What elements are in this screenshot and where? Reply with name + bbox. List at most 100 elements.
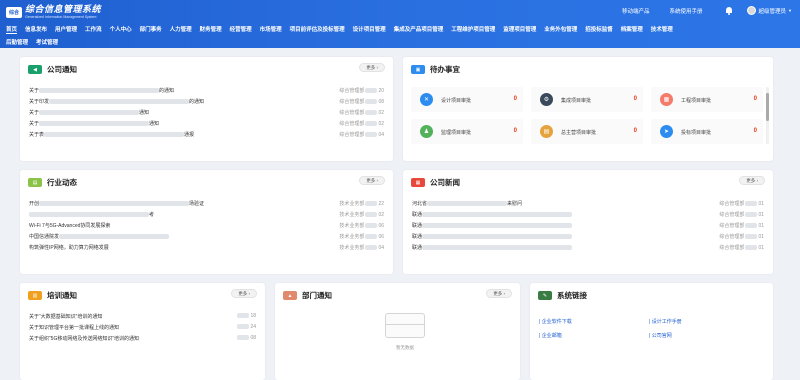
nav-item[interactable]: 业务外包管理 [544, 25, 577, 34]
item-department: 综合管理部 [339, 99, 365, 105]
list-item[interactable]: 河北省 来慰问 综合管理部 01 [412, 198, 764, 209]
redacted-date [745, 234, 758, 240]
item-date: 06 [378, 234, 384, 240]
company-news-more-button[interactable]: 更多 › [739, 176, 765, 185]
list-item[interactable]: 关于组织“5G移动网络及传送网络知识”培训的通知 08 [29, 333, 256, 344]
redacted-date [365, 201, 378, 207]
todo-card[interactable]: ⚙ 集成项目审批 0 [531, 87, 643, 112]
list-item[interactable]: 联通 综合管理部 01 [412, 231, 764, 242]
nav-item[interactable]: 财务管理 [200, 25, 222, 34]
nav-item[interactable]: 考试管理 [36, 38, 58, 46]
item-department: 综合管理部 [719, 201, 745, 207]
nav-item[interactable]: 工程维护项目管理 [451, 25, 495, 34]
enterprise-mail-link[interactable]: 企业邮箱 [539, 332, 562, 339]
company-news-title: 公司新闻 [430, 178, 460, 187]
todo-label: 监理项目审批 [441, 130, 472, 136]
todo-label: 总主营项目审批 [561, 130, 597, 136]
nav-item[interactable]: 招投标监督 [585, 25, 613, 34]
nav-item[interactable]: 首页 [6, 25, 18, 34]
logo[interactable]: 综合 综合信息管理系统 Generalized Information Mana… [6, 5, 101, 20]
todo-card[interactable]: ▦ 工程项目审批 0 [651, 87, 763, 112]
industry-more-button[interactable]: 更多 › [359, 176, 385, 185]
item-date: 02 [378, 110, 384, 116]
list-item[interactable]: 联通 综合管理部 01 [412, 242, 764, 253]
list-item[interactable]: 关于印发 的通知 综合管理部 08 [29, 96, 384, 107]
list-item[interactable]: 关于 通知 综合管理部 02 [29, 118, 384, 129]
company-notice-more-button[interactable]: 更多 › [359, 63, 385, 72]
item-title-prefix: 关于印发 [29, 99, 50, 105]
user-name[interactable]: 超级管理员 [759, 7, 787, 15]
chevron-down-icon[interactable]: ▼ [788, 8, 792, 13]
nav-item[interactable]: 监理项目管理 [503, 25, 536, 34]
list-item[interactable]: 关于知识管理平台第一批课程上线的通知 24 [29, 322, 256, 333]
item-department: 综合管理部 [339, 121, 365, 127]
list-item[interactable]: 关于 通知 综合管理部 02 [29, 107, 384, 118]
list-item[interactable]: 关于表 通报 综合管理部 04 [29, 129, 384, 140]
nav-item[interactable]: 设计项目管理 [353, 25, 386, 34]
list-item[interactable]: 构筑弹性IP网络，助力算力网络发展 技术业务部 04 [29, 242, 384, 253]
training-list: 关于“大数据基础知识”培训的通知 18 关于知识管理平台第一批课程上线的通知 24 关于… [29, 311, 256, 344]
list-item[interactable]: 联通 综合管理部 01 [412, 220, 764, 231]
todo-card[interactable]: ♟ 监理项目审批 0 [411, 119, 523, 144]
list-item[interactable]: 开创 场验证 技术业务部 22 [29, 198, 384, 209]
todo-scrollbar[interactable] [766, 87, 769, 144]
list-item[interactable]: Wi-Fi 7与5G-Advanced协同发展探索 技术业务部 06 [29, 220, 384, 231]
training-more-button[interactable]: 更多 › [231, 289, 257, 298]
list-item[interactable]: 关于 的通知 综合管理部 20 [29, 85, 384, 96]
todo-card[interactable]: ➤ 投标项目审批 0 [651, 119, 763, 144]
redacted-text [39, 201, 190, 207]
nav-item[interactable]: 集成及产品项目管理 [394, 25, 444, 34]
scrollbar-thumb[interactable] [766, 93, 769, 121]
item-title-suffix: 通知 [149, 121, 160, 127]
list-item[interactable]: 考 技术业务部 02 [29, 209, 384, 220]
todo-label: 设计项目审批 [441, 98, 472, 104]
nav-item[interactable]: 工作流 [85, 25, 102, 34]
company-notice-list: 关于 的通知 综合管理部 20 关于印发 的通知 综合管理部 08 关于 通知 综合管理部 02 关于通… [29, 85, 384, 140]
item-title-suffix: 来慰问 [507, 201, 523, 207]
redacted-date [365, 223, 378, 229]
redacted-text [427, 201, 508, 207]
item-date: 01 [758, 223, 764, 229]
company-site-link[interactable]: 公司官网 [649, 332, 672, 339]
nav-item[interactable]: 信息发布 [25, 25, 47, 34]
company-notice-panel: ◀ 公司通知 更多 › 关于 的通知 综合管理部 20 关于印发 的通知 综合管理部 08 关于… [20, 57, 393, 161]
list-item[interactable]: 联通 综合管理部 01 [412, 209, 764, 220]
avatar[interactable] [746, 6, 756, 15]
nav-item[interactable]: 档案管理 [621, 25, 643, 34]
redacted-text [422, 223, 573, 229]
nav-item[interactable]: 部门事务 [140, 25, 162, 34]
redacted-text [39, 110, 140, 116]
redacted-date [365, 212, 378, 218]
todo-card[interactable]: ✕ 设计项目审批 0 [411, 87, 523, 112]
department-more-button[interactable]: 更多 › [486, 289, 512, 298]
redacted-text [39, 121, 150, 127]
item-department: 技术业务部 [339, 223, 365, 229]
item-department: 技术业务部 [339, 212, 365, 218]
item-department: 综合管理部 [719, 234, 745, 240]
nav-item[interactable]: 后勤管理 [6, 38, 28, 46]
software-download-link[interactable]: 企业软件下载 [539, 318, 572, 325]
todo-card[interactable]: ▤ 总主营项目审批 0 [531, 119, 643, 144]
nav-item[interactable]: 经营管理 [230, 25, 252, 34]
design-manual-link[interactable]: 设计工作手册 [649, 318, 682, 325]
redacted-text [49, 99, 190, 105]
todo-type-icon: ▦ [660, 93, 673, 106]
item-title-prefix: 关于 [29, 88, 40, 94]
mobile-product-link[interactable]: 移动端产品 [622, 7, 650, 15]
nav-item[interactable]: 项目前评估及投标管理 [290, 25, 345, 34]
list-item[interactable]: 中国信通院发 技术业务部 06 [29, 231, 384, 242]
user-manual-link[interactable]: 系统使用手册 [670, 7, 703, 15]
list-item[interactable]: 关于“大数据基础知识”培训的通知 18 [29, 311, 256, 322]
item-department: 综合管理部 [339, 132, 365, 138]
news-icon: ▤ [28, 178, 42, 187]
nav-item[interactable]: 用户管理 [55, 25, 77, 34]
nav-item[interactable]: 市场管理 [260, 25, 282, 34]
item-date: 08 [378, 99, 384, 105]
todo-title: 待办事宜 [430, 65, 460, 74]
nav-item[interactable]: 技术管理 [651, 25, 673, 34]
top-header: 综合 综合信息管理系统 Generalized Information Mana… [0, 0, 800, 48]
nav-item[interactable]: 人力管理 [170, 25, 192, 34]
bell-icon[interactable] [725, 6, 733, 15]
nav-item[interactable]: 个人中心 [110, 25, 132, 34]
item-department: 技术业务部 [339, 234, 365, 240]
